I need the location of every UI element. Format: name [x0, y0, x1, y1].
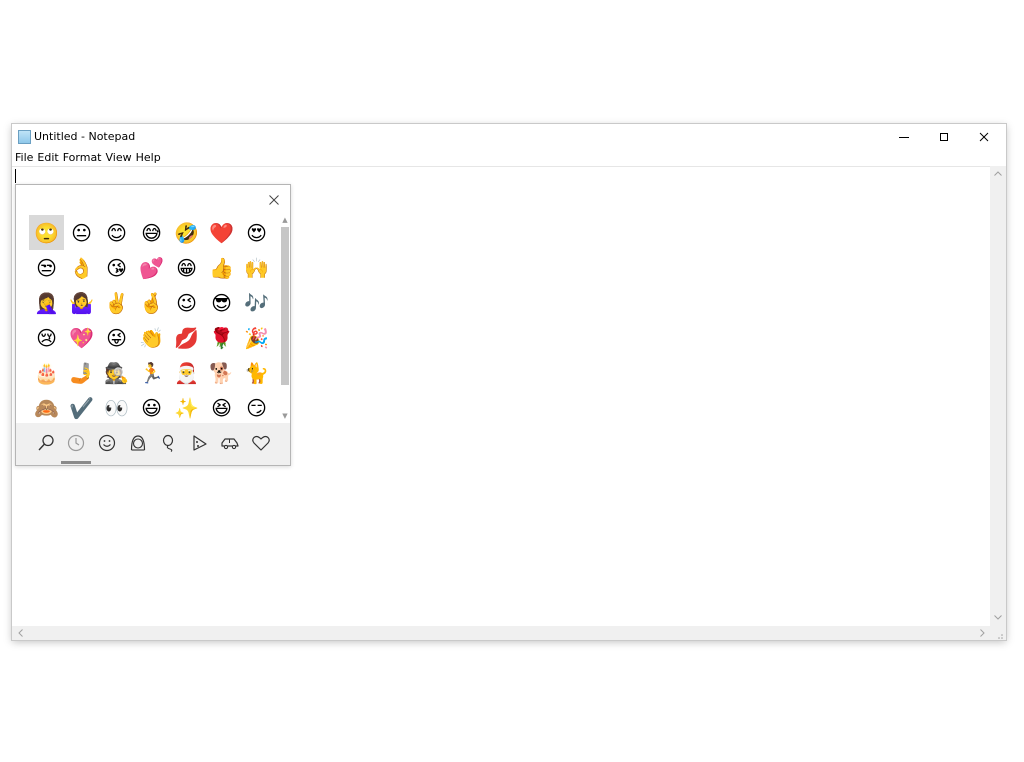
emoji-item[interactable]: 😢	[29, 320, 64, 355]
emoji-item[interactable]: 😒	[29, 250, 64, 285]
emoji-item[interactable]: 🌹	[204, 320, 239, 355]
category-celebration[interactable]	[154, 431, 184, 455]
search-icon	[38, 434, 54, 451]
menu-help[interactable]: Help	[134, 150, 163, 166]
category-recent[interactable]	[61, 431, 91, 455]
scroll-right-icon[interactable]	[976, 626, 988, 640]
emoji-item[interactable]: 😁	[169, 250, 204, 285]
emoji-item[interactable]: ✌️	[99, 285, 134, 320]
category-food[interactable]	[185, 431, 215, 455]
emoji-item[interactable]: 🕵️	[99, 355, 134, 390]
emoji-item[interactable]: 🤷‍♀️	[64, 285, 99, 320]
emoji-item[interactable]: 🙌	[239, 250, 274, 285]
people-icon	[130, 435, 146, 451]
emoji-item[interactable]: ✨	[169, 390, 204, 423]
resize-grip-icon	[998, 634, 1003, 639]
emoji-item[interactable]: 💋	[169, 320, 204, 355]
emoji-item[interactable]: 🏃	[134, 355, 169, 390]
emoji-item[interactable]: 🙈	[29, 390, 64, 423]
vertical-scrollbar[interactable]	[990, 166, 1006, 626]
heart-icon	[252, 435, 270, 451]
emoji-item[interactable]: 🎅	[169, 355, 204, 390]
emoji-item[interactable]: 🎶	[239, 285, 274, 320]
celebration-balloon-icon	[162, 434, 174, 452]
emoji-scroll-thumb[interactable]	[281, 227, 289, 385]
emoji-item[interactable]: 😘	[99, 250, 134, 285]
emoji-item[interactable]: 💕	[134, 250, 169, 285]
emoji-item[interactable]: 😏	[239, 390, 274, 423]
close-button[interactable]	[964, 124, 1004, 150]
emoji-item[interactable]: 🎉	[239, 320, 274, 355]
resize-grip[interactable]	[990, 626, 1006, 640]
emoji-grid: 🙄 😐 😊 😅 🤣 ❤️ 😍 😒 👌 😘 💕 😁 👍 🙌 🤦‍♀️ 🤷‍♀️ ✌️ 🤞 😉 😎 🎶 😢 💖 😜 👏 💋 🌹 🎉 🎂 🤳 🕵️…	[29, 215, 274, 423]
emoji-category-bar	[16, 423, 290, 465]
text-caret	[15, 169, 16, 183]
emoji-item[interactable]: 😜	[99, 320, 134, 355]
emoji-item[interactable]: 😎	[204, 285, 239, 320]
emoji-item[interactable]: 🐈	[239, 355, 274, 390]
category-smileys[interactable]	[92, 431, 122, 455]
emoji-item[interactable]: 😍	[239, 215, 274, 250]
emoji-item[interactable]: 🤞	[134, 285, 169, 320]
emoji-item[interactable]: 😅	[134, 215, 169, 250]
emoji-item[interactable]: 👍	[204, 250, 239, 285]
emoji-item[interactable]: 😆	[204, 390, 239, 423]
emoji-item[interactable]: 🤣	[169, 215, 204, 250]
emoji-item[interactable]: 😉	[169, 285, 204, 320]
recent-clock-icon	[67, 434, 85, 452]
emoji-scroll-down-icon[interactable]: ▼	[280, 411, 290, 421]
menu-format[interactable]: Format	[61, 150, 104, 166]
menu-file[interactable]: File	[12, 150, 35, 166]
emoji-item[interactable]: 🐕	[204, 355, 239, 390]
category-heart[interactable]	[246, 431, 276, 455]
emoji-scroll-up-icon[interactable]: ▲	[280, 215, 290, 225]
emoji-item[interactable]: 🤦‍♀️	[29, 285, 64, 320]
menu-view[interactable]: View	[104, 150, 134, 166]
scroll-up-icon[interactable]	[990, 166, 1006, 180]
emoji-item[interactable]: ✔️	[64, 390, 99, 423]
title-bar[interactable]: Untitled - Notepad	[12, 124, 1006, 150]
emoji-item[interactable]: 😐	[64, 215, 99, 250]
scroll-left-icon[interactable]	[14, 626, 26, 640]
menu-bar: File Edit Format View Help	[12, 150, 1006, 166]
close-icon	[269, 195, 279, 205]
menu-edit[interactable]: Edit	[35, 150, 60, 166]
emoji-item[interactable]: ❤️	[204, 215, 239, 250]
horizontal-scrollbar[interactable]	[12, 626, 990, 640]
minimize-icon	[899, 137, 909, 138]
emoji-item[interactable]: 👀	[99, 390, 134, 423]
emoji-item[interactable]: 🙄	[29, 215, 64, 250]
notepad-icon	[18, 130, 31, 144]
category-people[interactable]	[123, 431, 153, 455]
travel-car-icon	[221, 438, 239, 450]
maximize-icon	[940, 133, 948, 141]
smiley-face-icon	[98, 434, 116, 452]
emoji-panel-close-button[interactable]	[262, 189, 286, 211]
emoji-picker: 🙄 😐 😊 😅 🤣 ❤️ 😍 😒 👌 😘 💕 😁 👍 🙌 🤦‍♀️ 🤷‍♀️ ✌️ 🤞 😉 😎 🎶 😢 💖 😜 👏 💋 🌹 🎉 🎂 🤳 🕵️…	[15, 184, 291, 466]
emoji-item[interactable]: 👏	[134, 320, 169, 355]
emoji-item[interactable]: 😊	[99, 215, 134, 250]
category-travel[interactable]	[215, 431, 245, 455]
emoji-item[interactable]: 😃	[134, 390, 169, 423]
emoji-item[interactable]: 🤳	[64, 355, 99, 390]
emoji-item[interactable]: 🎂	[29, 355, 64, 390]
food-pizza-icon	[193, 435, 207, 451]
minimize-button[interactable]	[884, 124, 924, 150]
window-title: Untitled - Notepad	[34, 130, 136, 143]
active-category-indicator	[61, 461, 91, 464]
maximize-button[interactable]	[924, 124, 964, 150]
emoji-item[interactable]: 👌	[64, 250, 99, 285]
category-search[interactable]	[31, 431, 61, 455]
close-icon	[979, 132, 989, 142]
emoji-item[interactable]: 💖	[64, 320, 99, 355]
scroll-down-icon[interactable]	[990, 610, 1006, 624]
